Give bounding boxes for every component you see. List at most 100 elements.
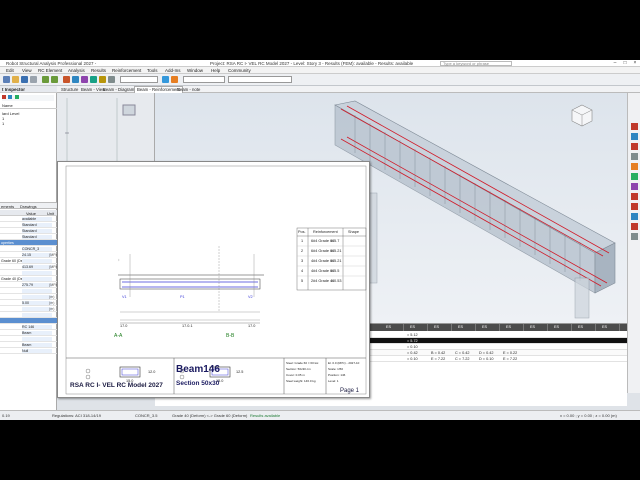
bar-table-header: Pos. (298, 230, 306, 234)
settings-icon[interactable] (108, 76, 115, 83)
table-column-header[interactable]: ES (380, 324, 404, 331)
property-row[interactable]: Null (0, 348, 57, 354)
property-value: Null (22, 349, 29, 353)
menu-analysis[interactable]: Analysis (68, 68, 85, 73)
property-value: 413.69 (22, 265, 33, 269)
status-material[interactable]: CONCR_3.5 (135, 413, 157, 418)
property-value: Standard (22, 235, 37, 239)
support-label-mid: P1 (180, 295, 185, 299)
tab-elements[interactable]: ements (1, 204, 14, 209)
table-column-header[interactable]: ES (596, 324, 620, 331)
layers-icon[interactable] (99, 76, 106, 83)
beam-drawing-sheet[interactable]: ↕ V1 P1 V2 17.0 17.0.1 17.0 A-A B-B 15.0… (57, 161, 370, 398)
table-cell: B = 0.42 (431, 351, 446, 355)
property-value: CONCR_3 (22, 247, 40, 251)
menu-reinforcement[interactable]: Reinforcement (112, 68, 141, 73)
expand-icon[interactable] (8, 95, 13, 99)
table-column-header[interactable]: ES (404, 324, 428, 331)
status-steel[interactable]: Grade 40 (Deform) <-> Grade 60 (Deform) (172, 413, 247, 418)
rebar-icon[interactable] (631, 123, 638, 130)
tab-structure[interactable]: Structure (59, 87, 80, 92)
print-icon[interactable] (30, 76, 37, 83)
new-file-icon[interactable] (3, 76, 10, 83)
open-file-icon[interactable] (12, 76, 19, 83)
check-icon[interactable] (631, 173, 638, 180)
title-block-info: Level: 1 (328, 379, 339, 383)
results-icon[interactable] (90, 76, 97, 83)
element-type-select[interactable] (120, 76, 158, 83)
load-icon[interactable] (631, 193, 638, 200)
menu-community[interactable]: Community (228, 68, 251, 73)
reinforcement-icon[interactable] (72, 76, 79, 83)
title-block-info: El. 0.0 (RPC) - 2027-10 (328, 361, 360, 365)
calculate-icon[interactable] (63, 76, 70, 83)
property-value: Standard (22, 223, 37, 227)
tab-drawings[interactable]: Drawings (20, 204, 37, 209)
table-cell: = 0.10 (407, 357, 418, 361)
pan-icon[interactable] (171, 76, 178, 83)
tree-item[interactable]: 1 (2, 121, 4, 126)
title-block-info: Cover: 0.05 m (286, 373, 305, 377)
bar-table-cell: l=0.53 (331, 279, 342, 283)
property-value: Beam (22, 331, 32, 335)
app-title: Robot Structural Analysis Professional 2… (6, 61, 97, 66)
menu-view[interactable]: View (22, 68, 32, 73)
inspector-title: t Inspector (0, 86, 57, 93)
table-cell: C = 7.22 (455, 357, 470, 361)
maximize-icon[interactable]: □ (620, 60, 630, 66)
title-block-info: Position: 146 (328, 373, 346, 377)
dimension-icon[interactable] (631, 163, 638, 170)
undo-icon[interactable] (42, 76, 49, 83)
filter-icon[interactable] (2, 95, 6, 99)
menu-help[interactable]: Help (211, 68, 220, 73)
title-block-info: Scale: 1/50 (328, 367, 344, 371)
print-preview-icon[interactable] (631, 233, 638, 240)
tree-item[interactable]: lard Level (2, 111, 19, 116)
section-height-b: 12.5 (236, 370, 244, 374)
close-icon[interactable]: × (630, 60, 640, 66)
menu-rc-element[interactable]: RC Element (38, 68, 62, 73)
save-icon[interactable] (21, 76, 28, 83)
tab-beam-note[interactable]: Beam - note (175, 87, 202, 92)
table-column-header[interactable]: ES (452, 324, 476, 331)
search-input[interactable]: Type a keyword or phrase (440, 61, 512, 66)
table-column-header[interactable]: ES (548, 324, 572, 331)
table-column-label: ES (434, 325, 440, 329)
property-value: Standard (22, 229, 37, 233)
bar-icon[interactable] (631, 143, 638, 150)
table-icon[interactable] (631, 213, 638, 220)
table-column-header[interactable]: ES (500, 324, 524, 331)
table-column-header[interactable]: ES (428, 324, 452, 331)
properties-icon[interactable] (14, 95, 19, 99)
menu-window[interactable]: Window (187, 68, 203, 73)
zoom-icon[interactable] (162, 76, 169, 83)
drawing-tool-icon[interactable] (631, 183, 638, 190)
stirrup-icon[interactable] (631, 133, 638, 140)
property-name: Grade 60 (Def (1, 259, 24, 263)
level-select[interactable] (228, 76, 292, 83)
inspector-tabs: ements Drawings (0, 202, 57, 209)
table-column-header[interactable]: ES (572, 324, 596, 331)
drawing-icon[interactable] (81, 76, 88, 83)
menu-edit[interactable]: Edit (6, 68, 14, 73)
support-icon[interactable] (631, 203, 638, 210)
object-inspector: t Inspector Name lard Level 1 1 ements D… (0, 86, 57, 420)
minimize-icon[interactable]: – (610, 60, 620, 66)
drawing-dim-label: ↕ (118, 258, 120, 262)
section-icon[interactable] (631, 153, 638, 160)
table-column-label: ES (506, 325, 512, 329)
view-select[interactable] (183, 76, 225, 83)
property-value: Beam (22, 343, 32, 347)
viewcube-icon[interactable] (570, 103, 594, 127)
inspector-toolbar (2, 95, 54, 101)
table-column-header[interactable]: ES (524, 324, 548, 331)
tab-beam-diagrams[interactable]: Beam - Diagrams (101, 87, 138, 92)
menu-add-ins[interactable]: Add-Ins (165, 68, 181, 73)
table-cell: D = 0.42 (479, 351, 494, 355)
menu-results[interactable]: Results (91, 68, 106, 73)
table-column-header[interactable]: ES (476, 324, 500, 331)
redo-icon[interactable] (51, 76, 58, 83)
column-icon[interactable] (631, 223, 638, 230)
menu-tools[interactable]: Tools (147, 68, 158, 73)
toolbar (0, 74, 640, 86)
